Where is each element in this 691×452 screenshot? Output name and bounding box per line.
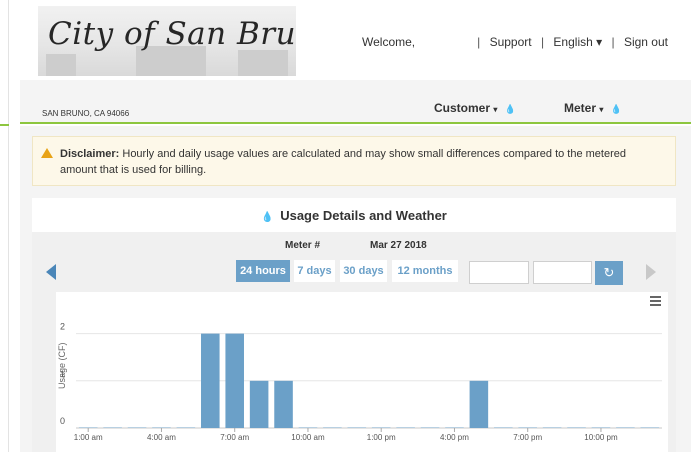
account-bar: SAN BRUNO, CA 94066 Customer ▾ 💧 Meter ▾… [20,80,691,124]
usage-bar [420,427,440,428]
x-tick-label: 1:00 pm [367,433,396,442]
y-tick-label: 2 [60,322,65,332]
disclaimer-label: Disclaimer: [60,148,120,160]
top-header: City of San Bruno Welcome, | Support | E… [20,0,691,80]
x-tick-label: 7:00 am [220,433,249,442]
chart-menu-icon[interactable] [650,296,661,306]
usage-bar [445,427,464,428]
left-rail [0,0,20,452]
range-30-days-button[interactable]: 30 days [340,260,387,282]
usage-bar [567,427,586,428]
link-separator: | [540,35,545,49]
welcome-text: Welcome, [362,35,416,49]
range-12-months-button[interactable]: 12 months [392,260,458,282]
meter-menu-label: Meter [564,101,597,115]
water-drop-icon: 💧 [610,104,622,114]
y-tick-label: 0 [60,416,65,426]
link-separator: | [477,35,481,49]
usage-bar [640,427,660,428]
usage-bar [591,427,611,428]
usage-chart-svg: 012Usage (CF)1:00 am 4:00 am 7:00 am 10:00 … [57,322,662,442]
usage-bar [542,427,562,428]
x-tick-label: 10:00 pm [584,433,618,442]
usage-bar [518,427,537,428]
start-date-input[interactable] [469,261,529,284]
usage-bar [494,427,513,428]
usage-bar [371,427,391,428]
water-drop-icon: 💧 [261,212,274,223]
usage-bar [152,427,171,428]
logo-building-shape [238,50,288,76]
end-date-input[interactable] [533,261,592,284]
water-drop-icon: 💧 [504,104,516,114]
previous-period-arrow-icon[interactable] [46,264,56,280]
usage-bar [201,333,220,428]
panel-title: Usage Details and Weather [280,208,447,223]
x-tick-label: 4:00 am [147,433,176,442]
usage-bar [396,427,415,428]
usage-controls: Meter # Mar 27 2018 24 hours 7 days 30 d… [32,232,676,452]
x-tick-label: 7:00 pm [513,433,542,442]
customer-menu[interactable]: Customer ▾ 💧 [434,101,516,115]
usage-bar [323,427,342,428]
usage-bar [469,380,489,428]
usage-bar [249,380,269,428]
usage-bar [176,427,196,428]
meter-menu[interactable]: Meter ▾ 💧 [564,101,622,115]
customer-menu-label: Customer [434,101,491,115]
usage-chart: 0 1 2 Usage (CF) 1:00 am 4:00 am 7:00 am 10:00 … [56,292,668,452]
usage-bar [298,427,318,428]
link-separator: | [611,35,615,49]
usage-bar [225,333,244,428]
usage-bar [616,427,635,428]
next-period-arrow-icon[interactable] [646,264,656,280]
disclaimer-box: Disclaimer: Hourly and daily usage value… [32,136,676,186]
usage-bar [78,427,98,428]
usage-panel: 💧 Usage Details and Weather Meter # Mar … [32,198,676,452]
logo-text: City of San Bruno [48,16,296,52]
selected-date-label: Mar 27 2018 [370,240,427,251]
panel-header: 💧 Usage Details and Weather [32,198,676,232]
x-tick-label: 4:00 pm [440,433,469,442]
top-links: | Support | English ▾ | Sign out [474,35,671,49]
usage-bar [127,427,147,428]
refresh-icon: ↻ [603,265,615,280]
support-link[interactable]: Support [490,35,532,49]
language-dropdown[interactable]: English ▾ [553,35,602,49]
service-address: SAN BRUNO, CA 94066 [42,109,130,118]
chevron-down-icon: ▾ [599,105,604,114]
warning-icon [41,148,53,158]
meter-number-label: Meter # [285,240,321,251]
x-tick-label: 10:00 am [291,433,325,442]
range-7-days-button[interactable]: 7 days [294,260,335,282]
y-axis-label: Usage (CF) [57,342,67,389]
main-content: Disclaimer: Hourly and daily usage value… [20,126,691,452]
refresh-button[interactable]: ↻ [595,261,623,285]
x-tick-label: 1:00 am [74,433,103,442]
left-rail-divider [8,0,9,452]
range-24-hours-button[interactable]: 24 hours [236,260,290,282]
city-logo[interactable]: City of San Bruno [38,6,296,76]
logo-building-shape [46,54,76,76]
usage-bar [103,427,122,428]
usage-bar [274,380,293,428]
sign-out-link[interactable]: Sign out [624,35,668,49]
usage-bar [347,427,367,428]
chevron-down-icon: ▾ [493,105,498,114]
disclaimer-text: Hourly and daily usage values are calcul… [60,148,627,176]
left-rail-accent [0,124,9,126]
